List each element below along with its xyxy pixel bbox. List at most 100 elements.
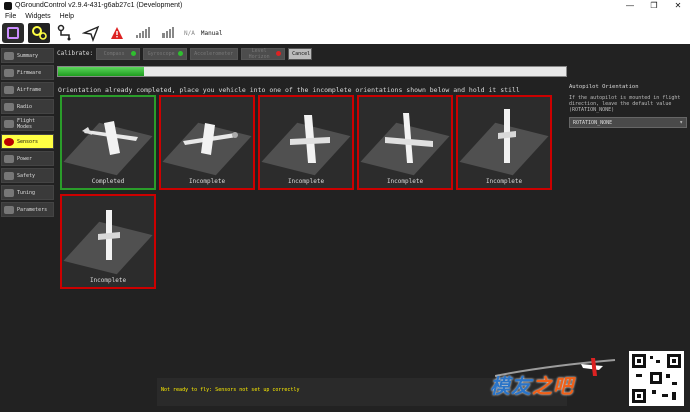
sidebar-item-label: Sensors: [17, 138, 39, 145]
airplane-left-side-icon: [290, 115, 330, 163]
orientation-caption: Incomplete: [287, 178, 325, 185]
calibrate-row: Calibrate: Compass Gyroscope Acceleromet…: [57, 47, 315, 60]
orientation-caption: Incomplete: [386, 178, 424, 185]
menu-file[interactable]: File: [5, 13, 16, 20]
sidebar-item-airframe[interactable]: Airframe: [1, 82, 54, 97]
tuning-icon: [4, 188, 14, 197]
panel-heading: Autopilot Orientation: [569, 84, 639, 90]
menu-widgets[interactable]: Widgets: [25, 13, 50, 20]
calibrate-label: Calibrate:: [57, 50, 94, 57]
compass-calibrate-button[interactable]: Compass: [96, 47, 141, 60]
airplane-upside-down-icon: [183, 123, 238, 155]
signal-bars-icon: [136, 27, 150, 38]
sidebar-item-tuning[interactable]: Tuning: [1, 185, 54, 200]
orientation-tile-upside-down: Incomplete: [159, 95, 255, 190]
warning-indicator[interactable]: [106, 23, 128, 43]
calibration-progress-bar: [57, 66, 567, 77]
airplane-nose-down-icon: [498, 109, 516, 163]
sidebar-item-label: Airframe: [17, 86, 42, 93]
qgc-logo-icon: [7, 27, 19, 39]
rotation-select-value: ROTATION_NONE: [573, 119, 613, 126]
main-toolbar: N/A Manual: [0, 22, 690, 44]
sidebar-item-summary[interactable]: Summary: [1, 48, 54, 63]
airplane-level-icon: [82, 121, 138, 155]
airplane-tail-down-icon: [98, 210, 120, 260]
qr-code: [629, 351, 684, 406]
orientation-tile-left: Incomplete: [258, 95, 354, 190]
gyroscope-status-icon: [178, 51, 184, 56]
compass-label: Compass: [103, 50, 125, 57]
sidebar-item-power[interactable]: Power: [1, 151, 54, 166]
gyroscope-label: Gyroscope: [147, 50, 175, 57]
parameters-icon: [4, 205, 14, 214]
watermark-text: 模友之吧: [490, 370, 574, 399]
window-title: QGroundControl v2.9.4-431-g6ab27c1 (Deve…: [15, 2, 183, 9]
accelerometer-label: Accelerometer: [194, 50, 234, 57]
qgc-home-button[interactable]: [2, 23, 24, 43]
maximize-button[interactable]: ❐: [642, 1, 666, 10]
autopilot-orientation-panel: Autopilot Orientation If the autopilot i…: [569, 84, 689, 128]
orientation-caption: Completed: [91, 178, 125, 185]
level-horizon-status-icon: [276, 51, 282, 56]
plan-view-button[interactable]: [54, 23, 76, 43]
flight-mode-label[interactable]: Manual: [201, 30, 223, 37]
menu-help[interactable]: Help: [60, 13, 74, 20]
watermark-text-blue: 模友: [490, 374, 532, 398]
setup-view-button[interactable]: [28, 23, 50, 43]
rotation-select[interactable]: ROTATION_NONE ▾: [569, 117, 687, 128]
battery-na-label: N/A: [184, 29, 195, 37]
sidebar-item-sensors[interactable]: Sensors: [1, 134, 54, 149]
radio-icon: [4, 102, 14, 111]
sidebar-item-label: Safety: [17, 172, 36, 179]
safety-icon: [4, 171, 14, 180]
telemetry-bars-icon: [162, 27, 174, 38]
minimize-button[interactable]: —: [618, 1, 642, 10]
sidebar-item-label: Parameters: [17, 206, 48, 213]
sidebar-item-label: Flight Modes: [16, 117, 36, 130]
gear-icon: [32, 26, 47, 40]
accelerometer-calibrate-button[interactable]: Accelerometer: [190, 47, 239, 60]
sensors-icon: [4, 137, 14, 146]
watermark-text-orange: 之吧: [532, 374, 574, 398]
summary-icon: [4, 51, 14, 60]
panel-description: If the autopilot is mounted in flight di…: [569, 95, 681, 113]
rc-signal-indicator[interactable]: [132, 23, 154, 43]
orientation-tile-nose-down: Incomplete: [456, 95, 552, 190]
compass-status-icon: [131, 51, 137, 56]
paper-plane-icon: [82, 25, 100, 42]
orientation-tile-down: Completed: [60, 95, 156, 190]
calibration-instruction: Orientation already completed, place you…: [58, 86, 520, 94]
cancel-button[interactable]: Cancel: [288, 47, 313, 60]
firmware-icon: [4, 68, 14, 77]
level-horizon-label: Level Horizon: [248, 47, 270, 60]
sidebar-item-firmware[interactable]: Firmware: [1, 65, 54, 80]
sidebar-item-flight-modes[interactable]: Flight Modes: [1, 116, 54, 131]
airplane-right-side-icon: [385, 113, 433, 163]
close-button[interactable]: ✕: [666, 1, 690, 10]
sidebar-item-label: Radio: [17, 103, 33, 110]
menu-bar: File Widgets Help: [0, 11, 690, 22]
telemetry-signal-indicator[interactable]: [158, 23, 180, 43]
orientation-caption: Incomplete: [485, 178, 523, 185]
calibration-progress-fill: [58, 67, 145, 76]
cancel-label: Cancel: [292, 50, 311, 57]
orientation-caption: Incomplete: [188, 178, 226, 185]
sidebar-item-radio[interactable]: Radio: [1, 99, 54, 114]
title-bar: QGroundControl v2.9.4-431-g6ab27c1 (Deve…: [0, 0, 690, 11]
orientation-tile-tail-down: Incomplete: [60, 194, 156, 289]
gyroscope-calibrate-button[interactable]: Gyroscope: [143, 47, 188, 60]
sidebar-item-safety[interactable]: Safety: [1, 168, 54, 183]
status-message: Not ready to fly: Sensors not set up cor…: [161, 387, 300, 393]
app-logo-icon: [4, 1, 12, 10]
waypoint-route-icon: [57, 24, 71, 41]
orientation-caption: Incomplete: [89, 277, 127, 284]
chevron-down-icon: ▾: [679, 119, 683, 126]
orientation-tile-right: Incomplete: [357, 95, 453, 190]
flight-modes-icon: [4, 119, 14, 128]
fly-view-button[interactable]: [80, 23, 102, 43]
level-horizon-calibrate-button[interactable]: Level Horizon: [241, 47, 286, 60]
sidebar-item-parameters[interactable]: Parameters: [1, 202, 54, 217]
sidebar-item-label: Firmware: [17, 69, 42, 76]
setup-sidebar: Summary Firmware Airframe Radio Flight M…: [0, 46, 56, 412]
qr-code-icon: [632, 354, 681, 403]
